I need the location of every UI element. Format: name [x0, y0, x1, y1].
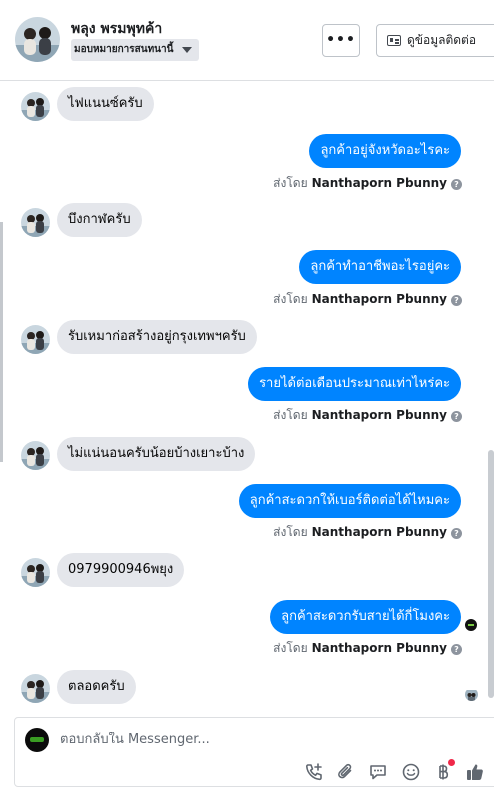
- message-thread[interactable]: ไฟแนนซ์ครับ ลูกค้าอยู่จังหวัดอะไรคะ ส่งโ…: [0, 82, 494, 712]
- assign-conversation-label: มอบหมายการสนทนานี้: [74, 44, 174, 55]
- contact-card-icon: [387, 35, 401, 46]
- sent-by-label: ส่งโดย Nanthaporn Pbunny?: [273, 523, 462, 542]
- outgoing-message[interactable]: ลูกค้าสะดวกให้เบอร์ติดต่อได้ไหมคะ: [238, 484, 461, 518]
- seen-by-contact-receipt: [465, 688, 478, 701]
- contact-name: พลุง พรมพุทค้า: [71, 21, 163, 37]
- assign-conversation-dropdown[interactable]: มอบหมายการสนทนานี้: [71, 39, 200, 61]
- view-contact-info-button[interactable]: ดูข้อมูลติดต่อ: [376, 24, 494, 57]
- conversation-header: พลุง พรมพุทค้า มอบหมายการสนทนานี้ ••• ดู…: [0, 0, 494, 81]
- saved-reply-icon[interactable]: [368, 762, 388, 782]
- seen-page-receipt: [465, 619, 477, 631]
- paperclip-icon[interactable]: [336, 762, 356, 782]
- sender-name[interactable]: Nanthaporn Pbunny: [312, 408, 447, 422]
- help-icon[interactable]: ?: [451, 295, 462, 306]
- thumbs-up-icon[interactable]: [465, 762, 485, 782]
- help-icon[interactable]: ?: [451, 179, 462, 190]
- sent-by-prefix: ส่งโดย: [273, 525, 308, 539]
- sent-by-prefix: ส่งโดย: [273, 408, 308, 422]
- sender-name[interactable]: Nanthaporn Pbunny: [312, 641, 447, 655]
- sender-name[interactable]: Nanthaporn Pbunny: [312, 176, 447, 190]
- incoming-message[interactable]: 0979900946พยุง: [57, 553, 185, 587]
- phone-add-icon[interactable]: [304, 762, 324, 782]
- sent-by-prefix: ส่งโดย: [273, 292, 308, 306]
- caret-down-icon: [182, 47, 193, 53]
- view-contact-info-label: ดูข้อมูลติดต่อ: [407, 33, 477, 47]
- thread-scrollbar[interactable]: [488, 450, 494, 698]
- outgoing-message[interactable]: ลูกค้าทำอาชีพอะไรอยู่คะ: [299, 250, 461, 284]
- contact-avatar-small[interactable]: [21, 558, 50, 587]
- help-icon[interactable]: ?: [451, 644, 462, 655]
- emoji-icon[interactable]: [401, 762, 421, 782]
- notification-dot: [448, 759, 455, 766]
- sent-by-prefix: ส่งโดย: [273, 176, 308, 190]
- sender-name[interactable]: Nanthaporn Pbunny: [312, 525, 447, 539]
- outgoing-message[interactable]: ลูกค้าอยู่จังหวัดอะไรคะ: [309, 134, 461, 168]
- incoming-message[interactable]: ไฟแนนซ์ครับ: [57, 87, 154, 121]
- contact-avatar-small[interactable]: [21, 208, 50, 237]
- contact-avatar-small[interactable]: [21, 325, 50, 354]
- left-edge-scrollbar[interactable]: [0, 222, 3, 462]
- sent-by-label: ส่งโดย Nanthaporn Pbunny?: [273, 639, 462, 658]
- sent-by-label: ส่งโดย Nanthaporn Pbunny?: [273, 406, 462, 425]
- contact-avatar[interactable]: [15, 17, 60, 62]
- incoming-message[interactable]: รับเหมาก่อสร้างอยู่กรุงเทพฯครับ: [57, 320, 257, 354]
- contact-avatar-small[interactable]: [21, 441, 50, 470]
- help-icon[interactable]: ?: [451, 528, 462, 539]
- incoming-message[interactable]: บึงกาฬครับ: [57, 203, 142, 237]
- more-options-button[interactable]: •••: [322, 24, 360, 57]
- help-icon[interactable]: ?: [451, 411, 462, 422]
- contact-avatar-small[interactable]: [21, 674, 50, 703]
- contact-avatar-small[interactable]: [21, 92, 50, 121]
- outgoing-message[interactable]: รายได้ต่อเดือนประมาณเท่าไหร่คะ: [248, 367, 461, 401]
- page-avatar: [25, 728, 49, 752]
- sent-by-label: ส่งโดย Nanthaporn Pbunny?: [273, 290, 462, 309]
- incoming-message[interactable]: ไม่แน่นอนครับน้อยบ้างเยาะบ้าง: [57, 437, 256, 471]
- outgoing-message[interactable]: ลูกค้าสะดวกรับสายได้กี่โมงคะ: [270, 600, 461, 634]
- sent-by-label: ส่งโดย Nanthaporn Pbunny?: [273, 174, 462, 193]
- reply-composer: [14, 717, 494, 787]
- sent-by-prefix: ส่งโดย: [273, 641, 308, 655]
- reply-input[interactable]: [60, 732, 460, 747]
- sender-name[interactable]: Nanthaporn Pbunny: [312, 292, 447, 306]
- incoming-message[interactable]: ตลอดครับ: [57, 670, 136, 704]
